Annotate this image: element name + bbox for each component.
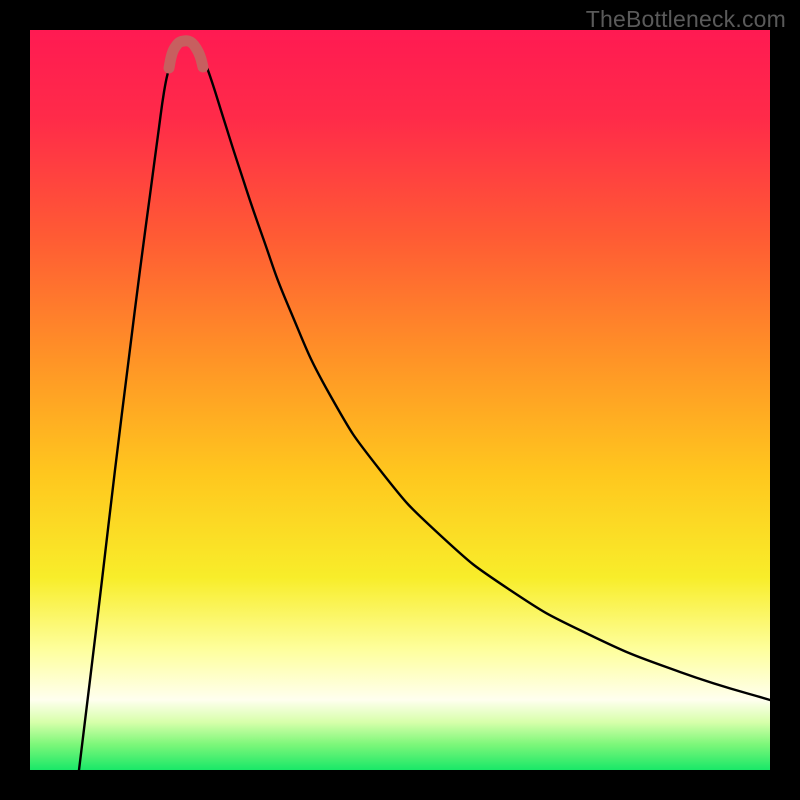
curve-bottom-arc <box>169 41 203 68</box>
curve-right-branch <box>199 50 770 700</box>
watermark-text: TheBottleneck.com <box>586 6 786 33</box>
plot-area <box>30 30 770 770</box>
curve-left-branch <box>79 50 175 770</box>
curve-layer <box>30 30 770 770</box>
chart-frame: TheBottleneck.com <box>0 0 800 800</box>
